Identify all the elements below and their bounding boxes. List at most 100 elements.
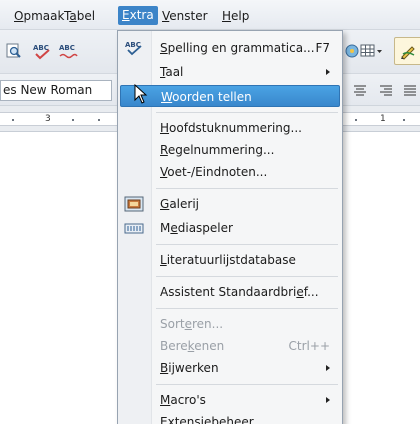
- font-name-field[interactable]: es New Roman: [0, 80, 112, 101]
- menu-item-label: Galerij: [160, 193, 199, 215]
- menu-bar: Opmaak Tabel Extra Venster Help: [0, 0, 420, 30]
- menu-help[interactable]: Help: [218, 7, 253, 25]
- accel-letter: M: [160, 393, 171, 407]
- menu-help-label: elp: [231, 9, 250, 23]
- pencil-draw-icon: [401, 46, 415, 60]
- table-button[interactable]: [358, 39, 384, 63]
- align-center-icon: [354, 85, 366, 96]
- menu-item-label: Bijwerken: [160, 357, 219, 379]
- menu-item-label: Sorteren...: [160, 313, 223, 335]
- menu-item-label: Berekenen: [160, 335, 224, 357]
- label-text: aal: [165, 65, 184, 79]
- menu-tabel-label: bel: [76, 9, 96, 23]
- menu-item-label: Spelling en grammatica...: [160, 37, 315, 59]
- accel-letter: e: [296, 285, 304, 299]
- ruler-number: 1: [380, 114, 386, 124]
- autospellcheck-button[interactable]: ABC: [56, 39, 80, 63]
- menu-item-literatuurlijstdatabase[interactable]: Literatuurlijstdatabase: [118, 249, 342, 271]
- menu-item-extensiebeheer[interactable]: Extensiebeheer...: [118, 411, 342, 424]
- align-right-button[interactable]: [374, 78, 398, 102]
- label-pre: Sort: [160, 317, 185, 331]
- ruler-tick: [72, 119, 74, 121]
- label-text: ren...: [192, 317, 224, 331]
- menu-item-label: Literatuurlijstdatabase: [160, 249, 296, 271]
- menu-item-label: Mediaspeler: [160, 217, 233, 239]
- menu-item-label: Extensiebeheer...: [160, 411, 264, 424]
- gallery-icon: [124, 196, 144, 212]
- label-text: oet-/Eindnoten...: [167, 165, 268, 179]
- accel-letter: H: [160, 121, 170, 135]
- menu-item-label: Taal: [160, 61, 183, 83]
- svg-text:ABC: ABC: [59, 44, 75, 52]
- menu-separator: [156, 188, 338, 189]
- menu-tabel[interactable]: Tabel: [60, 7, 99, 25]
- accel-letter: G: [160, 197, 170, 211]
- menu-separator: [156, 244, 338, 245]
- menu-venster-label: enster: [169, 9, 208, 23]
- label-text: ijwerken: [168, 361, 219, 375]
- draw-functions-button[interactable]: [394, 37, 420, 65]
- spellcheck-button[interactable]: ABC: [30, 39, 54, 63]
- spellcheck-icon: ABC: [124, 40, 144, 56]
- menu-venster[interactable]: Venster: [158, 7, 212, 25]
- menu-item-taal[interactable]: Taal: [118, 61, 342, 83]
- label-text: oofdstuknummering...: [169, 121, 302, 135]
- menu-item-hoofdstuknummering[interactable]: Hoofdstuknummering...: [118, 117, 342, 139]
- menu-separator: [156, 112, 338, 113]
- accel-letter: e: [170, 221, 178, 235]
- ruler-tick: [355, 119, 357, 121]
- media-player-icon: [124, 220, 144, 236]
- menu-item-mediaspeler[interactable]: Mediaspeler: [118, 217, 342, 239]
- submenu-arrow-icon: [326, 397, 330, 403]
- align-right-icon: [380, 85, 392, 96]
- label-text: diaspeler: [177, 221, 233, 235]
- extra-menu-dropdown: ABC Spelling en grammatica... F7 Taal Wo…: [117, 30, 343, 424]
- menu-item-bijwerken[interactable]: Bijwerken: [118, 357, 342, 379]
- label-pre: Assistent Standaardbri: [160, 285, 297, 299]
- menu-item-woorden-tellen[interactable]: Woorden tellen: [120, 85, 340, 107]
- label-text: enen: [194, 339, 225, 353]
- accel-letter: x: [167, 415, 175, 424]
- label-text: tensiebeheer...: [174, 415, 265, 424]
- menu-item-label: Woorden tellen: [161, 86, 252, 108]
- label-text: pelling en grammatica...: [167, 41, 315, 55]
- ruler-number: 3: [45, 114, 51, 124]
- menu-item-regelnummering[interactable]: Regelnummering...: [118, 139, 342, 161]
- menu-item-voet-eindnoten[interactable]: Voet-/Eindnoten...: [118, 161, 342, 183]
- submenu-arrow-icon: [326, 365, 330, 371]
- label-text: iteratuurlijstdatabase: [166, 253, 296, 267]
- menu-item-label: Voet-/Eindnoten...: [160, 161, 267, 183]
- accel-letter: R: [160, 143, 168, 157]
- menu-item-berekenen: Berekenen Ctrl++: [118, 335, 342, 357]
- menu-separator: [156, 276, 338, 277]
- menu-extra[interactable]: Extra: [118, 6, 158, 25]
- align-justify-icon: [404, 85, 416, 96]
- accel-letter: W: [161, 90, 173, 104]
- ruler-tick: [403, 119, 405, 121]
- menu-separator: [156, 384, 338, 385]
- table-icon: [360, 44, 382, 57]
- label-pre: E: [160, 415, 168, 424]
- menu-item-galerij[interactable]: Galerij: [118, 193, 342, 215]
- label-text: acro's: [170, 393, 206, 407]
- ruler-tick: [98, 119, 100, 121]
- menu-item-spelling[interactable]: ABC Spelling en grammatica... F7: [118, 37, 342, 59]
- magnifier-page-icon: [6, 43, 21, 58]
- menu-item-assistent-standaardbrief[interactable]: Assistent Standaardbrief...: [118, 281, 342, 303]
- print-preview-button[interactable]: [2, 39, 26, 63]
- label-pre: Bere: [160, 339, 188, 353]
- menu-opmaak-label: pmaak: [23, 9, 65, 23]
- autospellcheck-icon: ABC: [59, 44, 78, 59]
- label-pre: M: [160, 221, 171, 235]
- align-center-button[interactable]: [348, 78, 372, 102]
- accel-letter: L: [160, 253, 167, 267]
- menu-item-shortcut: Ctrl++: [288, 339, 330, 353]
- menu-item-label: Macro's: [160, 389, 206, 411]
- label-text: egelnummering...: [167, 143, 275, 157]
- justify-button[interactable]: [398, 78, 420, 102]
- menu-item-macros[interactable]: Macro's: [118, 389, 342, 411]
- menu-help-accel: H: [222, 9, 232, 23]
- label-text: oorden tellen: [172, 90, 252, 104]
- menu-separator: [156, 308, 338, 309]
- label-text: f...: [303, 285, 319, 299]
